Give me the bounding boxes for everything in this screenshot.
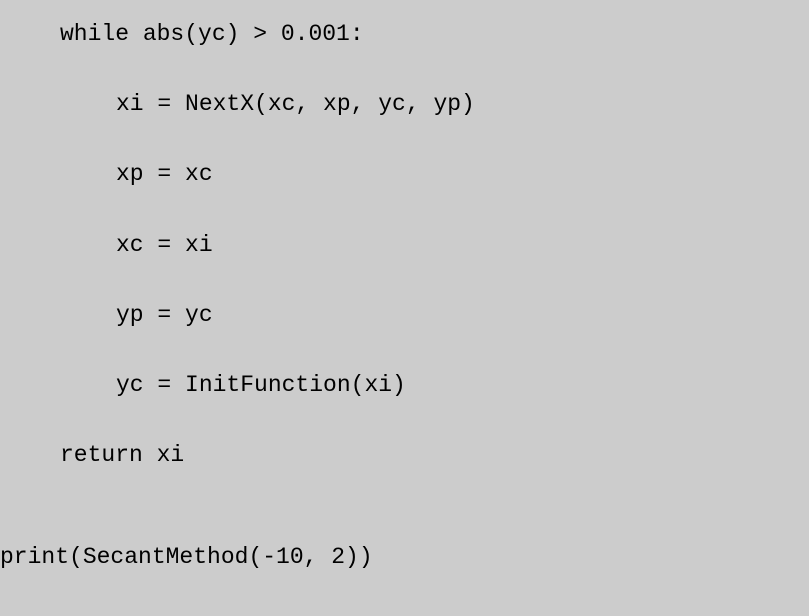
code-line-xp-assign: xp = xc xyxy=(0,158,809,190)
code-line-while: while abs(yc) > 0.001: xyxy=(0,18,809,50)
blank-line xyxy=(0,509,809,541)
code-line-xc-assign: xc = xi xyxy=(0,229,809,261)
code-line-return: return xi xyxy=(0,439,809,471)
code-line-yp-assign: yp = yc xyxy=(0,299,809,331)
code-block: while abs(yc) > 0.001: xi = NextX(xc, xp… xyxy=(0,18,809,574)
code-line-xi-assign: xi = NextX(xc, xp, yc, yp) xyxy=(0,88,809,120)
code-line-yc-assign: yc = InitFunction(xi) xyxy=(0,369,809,401)
code-line-print: print(SecantMethod(-10, 2)) xyxy=(0,541,809,573)
